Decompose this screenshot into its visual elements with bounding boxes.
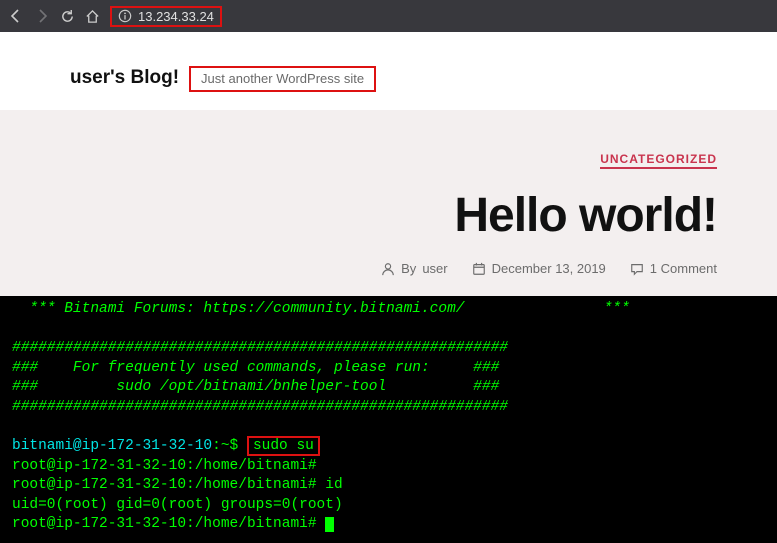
reload-button[interactable] bbox=[60, 9, 75, 24]
cursor bbox=[325, 517, 334, 532]
category-link[interactable]: UNCATEGORIZED bbox=[600, 152, 717, 169]
term-bar: ########################################… bbox=[12, 340, 508, 356]
term-user-prompt: bitnami@ip-172-31-32-10 bbox=[12, 438, 212, 454]
author-name: user bbox=[422, 261, 447, 276]
sudo-highlight: sudo su bbox=[247, 436, 320, 456]
term-id-cmd: id bbox=[317, 477, 343, 493]
term-bar2: ########################################… bbox=[12, 399, 508, 415]
post-content: UNCATEGORIZED Hello world! By user Decem… bbox=[0, 110, 777, 296]
blog-tagline: Just another WordPress site bbox=[201, 71, 364, 86]
blog-header: user's Blog! Just another WordPress site bbox=[0, 54, 777, 110]
white-strip bbox=[0, 32, 777, 54]
term-hint2: ### sudo /opt/bitnami/bnhelper-tool ### bbox=[12, 379, 499, 395]
address-bar[interactable]: 13.234.33.24 bbox=[110, 6, 769, 27]
blog-title[interactable]: user's Blog! bbox=[70, 67, 179, 89]
address-text: 13.234.33.24 bbox=[138, 9, 214, 24]
author-meta[interactable]: By user bbox=[381, 261, 447, 276]
user-icon bbox=[381, 262, 395, 276]
info-icon[interactable] bbox=[118, 9, 132, 23]
calendar-icon bbox=[472, 262, 486, 276]
term-root3: root@ip-172-31-32-10:/home/bitnami# bbox=[12, 516, 317, 532]
terminal[interactable]: *** Bitnami Forums: https://community.bi… bbox=[0, 296, 777, 543]
term-id-out: uid=0(root) gid=0(root) groups=0(root) bbox=[12, 497, 343, 513]
back-button[interactable] bbox=[8, 8, 24, 24]
date-meta[interactable]: December 13, 2019 bbox=[472, 261, 606, 276]
home-button[interactable] bbox=[85, 9, 100, 24]
post-meta: By user December 13, 2019 1 Comment bbox=[60, 261, 717, 276]
post-title: Hello world! bbox=[60, 188, 717, 243]
term-root2: root@ip-172-31-32-10:/home/bitnami# bbox=[12, 477, 317, 493]
address-highlight: 13.234.33.24 bbox=[110, 6, 222, 27]
sudo-cmd: sudo su bbox=[253, 438, 314, 454]
term-hint1: ### For frequently used commands, please… bbox=[12, 360, 499, 376]
comment-icon bbox=[630, 262, 644, 276]
browser-toolbar: 13.234.33.24 bbox=[0, 0, 777, 32]
author-by: By bbox=[401, 261, 416, 276]
term-root1: root@ip-172-31-32-10:/home/bitnami# bbox=[12, 458, 317, 474]
comments-meta[interactable]: 1 Comment bbox=[630, 261, 717, 276]
forward-button[interactable] bbox=[34, 8, 50, 24]
tagline-highlight: Just another WordPress site bbox=[189, 66, 376, 92]
post-date: December 13, 2019 bbox=[492, 261, 606, 276]
term-forums: *** Bitnami Forums: https://community.bi… bbox=[12, 301, 630, 317]
comment-count: 1 Comment bbox=[650, 261, 717, 276]
term-path: :~$ bbox=[212, 438, 247, 454]
